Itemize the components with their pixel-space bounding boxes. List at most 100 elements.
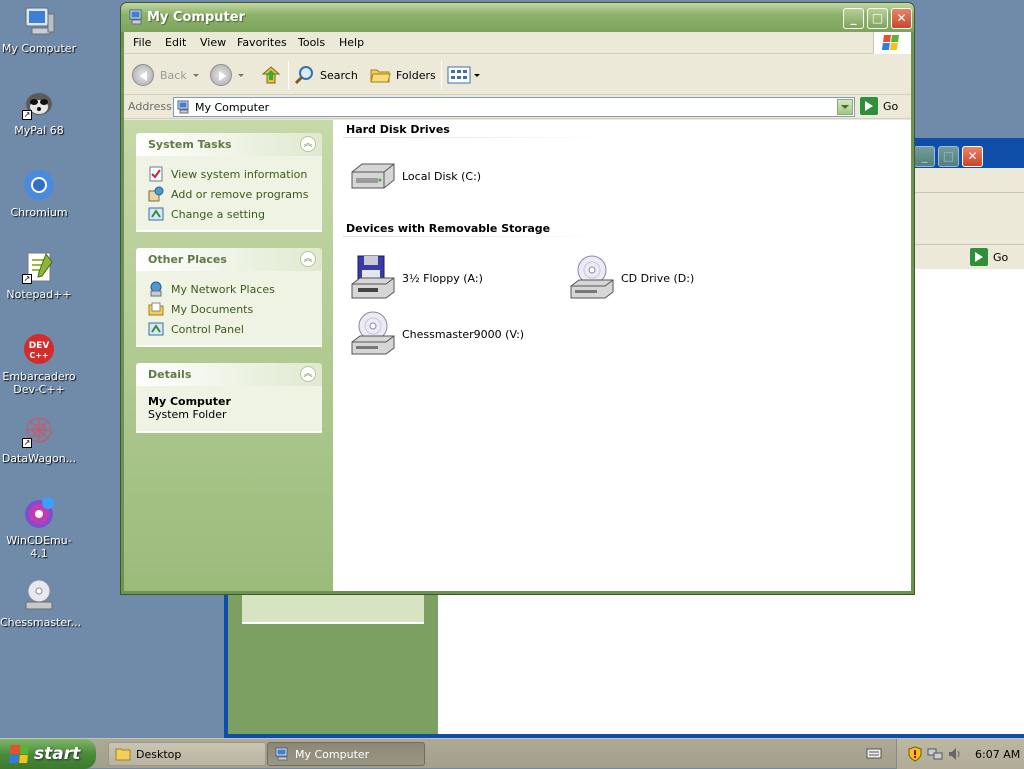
my-documents-icon [148,302,164,316]
task-pane: System Tasks ︽ View system information A… [124,120,333,591]
svg-text:DEV: DEV [29,341,50,351]
search-label: Search [320,68,358,82]
datawagon-icon: ↗ [22,414,56,448]
menu-help[interactable]: Help [339,36,364,49]
drive-chessmaster-v[interactable]: Chessmaster9000 (V:) [348,310,524,358]
keyboard-icon[interactable] [866,746,882,760]
details-type: System Folder [148,408,227,421]
close-button[interactable]: ✕ [962,146,983,167]
minimize-button[interactable]: _ [914,146,935,167]
forward-button[interactable] [210,62,244,88]
hard-disk-icon [351,163,395,189]
drive-local-disk-c[interactable]: Local Disk (C:) [348,160,481,192]
panel-header[interactable]: Details ︽ [136,363,322,386]
up-folder-icon [261,66,281,84]
desktop-icon-notepadpp[interactable]: ↗ Notepad++ [0,250,78,301]
add-remove-programs-icon [148,186,164,202]
control-panel-icon [148,322,164,336]
network-icon[interactable] [927,746,943,762]
folders-label: Folders [396,68,436,82]
collapse-chevron-icon[interactable]: ︽ [300,251,316,267]
desktop-icon-wincdemu[interactable]: WinCDEmu-4.1 [0,496,78,560]
system-info-icon [149,166,163,182]
collapse-chevron-icon[interactable]: ︽ [300,136,316,152]
go-button[interactable]: Go [860,97,898,115]
chevron-down-icon [474,73,480,77]
background-go-button[interactable]: Go [970,248,1008,266]
menu-favorites[interactable]: Favorites [237,36,287,49]
place-label: My Network Places [171,282,275,296]
back-arrow-icon [132,64,154,86]
up-folder-button[interactable] [260,62,282,88]
notepadpp-icon: ↗ [22,250,56,284]
minimize-button[interactable]: _ [843,8,864,29]
cd-drive-icon [22,578,56,612]
place-my-documents[interactable]: My Documents [148,299,322,319]
desktop-icon-label: Embarcadero Dev-C++ [2,370,76,396]
desktop-icon-mypal[interactable]: ↗ MyPal 68 [0,86,78,137]
place-label: Control Panel [171,322,244,336]
volume-icon[interactable] [947,746,963,762]
clock[interactable]: 6:07 AM [975,748,1020,761]
desktop-icon-chessmaster[interactable]: Chessmaster... [0,578,81,629]
taskbar-button-my-computer[interactable]: My Computer [267,742,425,766]
drive-cd-d[interactable]: CD Drive (D:) [567,254,694,302]
collapse-chevron-icon[interactable]: ︽ [300,366,316,382]
go-arrow-icon [860,97,878,115]
panel-header[interactable]: Other Places ︽ [136,248,322,271]
floppy-drive-icon [351,255,395,299]
back-label: Back [160,68,187,82]
security-shield-icon[interactable] [907,746,923,762]
go-label: Go [883,99,899,113]
windows-logo-icon [9,745,29,763]
my-computer-window[interactable]: My Computer _ □ ✕ File Edit View Favorit… [120,2,915,595]
toolbar-separator [288,61,289,89]
menu-view[interactable]: View [200,36,226,49]
search-button[interactable]: Search [294,62,358,88]
address-dropdown-button[interactable] [837,99,853,115]
go-label: Go [993,250,1009,264]
maximize-button[interactable]: □ [867,8,888,29]
place-control-panel[interactable]: Control Panel [148,319,322,339]
back-button[interactable]: Back [132,62,199,88]
folders-button[interactable]: Folders [369,62,436,88]
panel-header[interactable]: System Tasks ︽ [136,133,322,156]
maximize-button[interactable]: □ [938,146,959,167]
task-view-system-information[interactable]: View system information [148,164,322,184]
windows-logo-icon [873,32,911,54]
desktop-icon-datawagon[interactable]: ↗ DataWagon... [0,414,78,465]
devcpp-icon: DEV C++ [22,332,56,366]
chevron-down-icon [238,73,244,77]
drive-label: CD Drive (D:) [621,271,695,285]
close-button[interactable]: ✕ [891,8,912,29]
desktop-icon-label: Chromium [10,206,68,219]
task-change-setting[interactable]: Change a setting [148,204,322,224]
menu-tools[interactable]: Tools [298,36,325,49]
place-label: My Documents [171,302,254,316]
panel-body: My Computer System Folder [136,386,322,433]
group-title-removable-storage: Devices with Removable Storage [346,222,551,235]
title-bar[interactable]: My Computer _ □ ✕ [121,3,914,32]
drive-label: Chessmaster9000 (V:) [402,327,525,341]
desktop-icon-label: WinCDEmu-4.1 [6,534,72,560]
task-add-remove-programs[interactable]: Add or remove programs [148,184,322,204]
drive-floppy-a[interactable]: 3½ Floppy (A:) [348,254,483,302]
place-my-network-places[interactable]: My Network Places [148,279,322,299]
menu-file[interactable]: File [133,36,151,49]
desktop-icon-my-computer[interactable]: My Computer [0,4,78,55]
shortcut-arrow-icon: ↗ [22,110,32,120]
menu-bar: File Edit View Favorites Tools Help [124,32,911,54]
views-button[interactable] [447,62,480,88]
desktop-icon-devcpp[interactable]: DEV C++ Embarcadero Dev-C++ [0,332,78,396]
system-tray: 6:07 AM [896,739,1024,769]
details-name: My Computer [148,395,231,408]
taskbar: start Desktop My Computer 6:07 AM [0,738,1024,769]
control-panel-icon [148,207,164,221]
desktop-icon-chromium[interactable]: Chromium [0,168,78,219]
menu-edit[interactable]: Edit [165,36,186,49]
taskbar-button-desktop[interactable]: Desktop [108,742,266,766]
folders-icon [370,69,391,83]
panel-body: My Network Places My Documents Control P… [136,271,322,347]
start-button[interactable]: start [0,739,96,769]
address-field[interactable]: My Computer [173,97,855,117]
